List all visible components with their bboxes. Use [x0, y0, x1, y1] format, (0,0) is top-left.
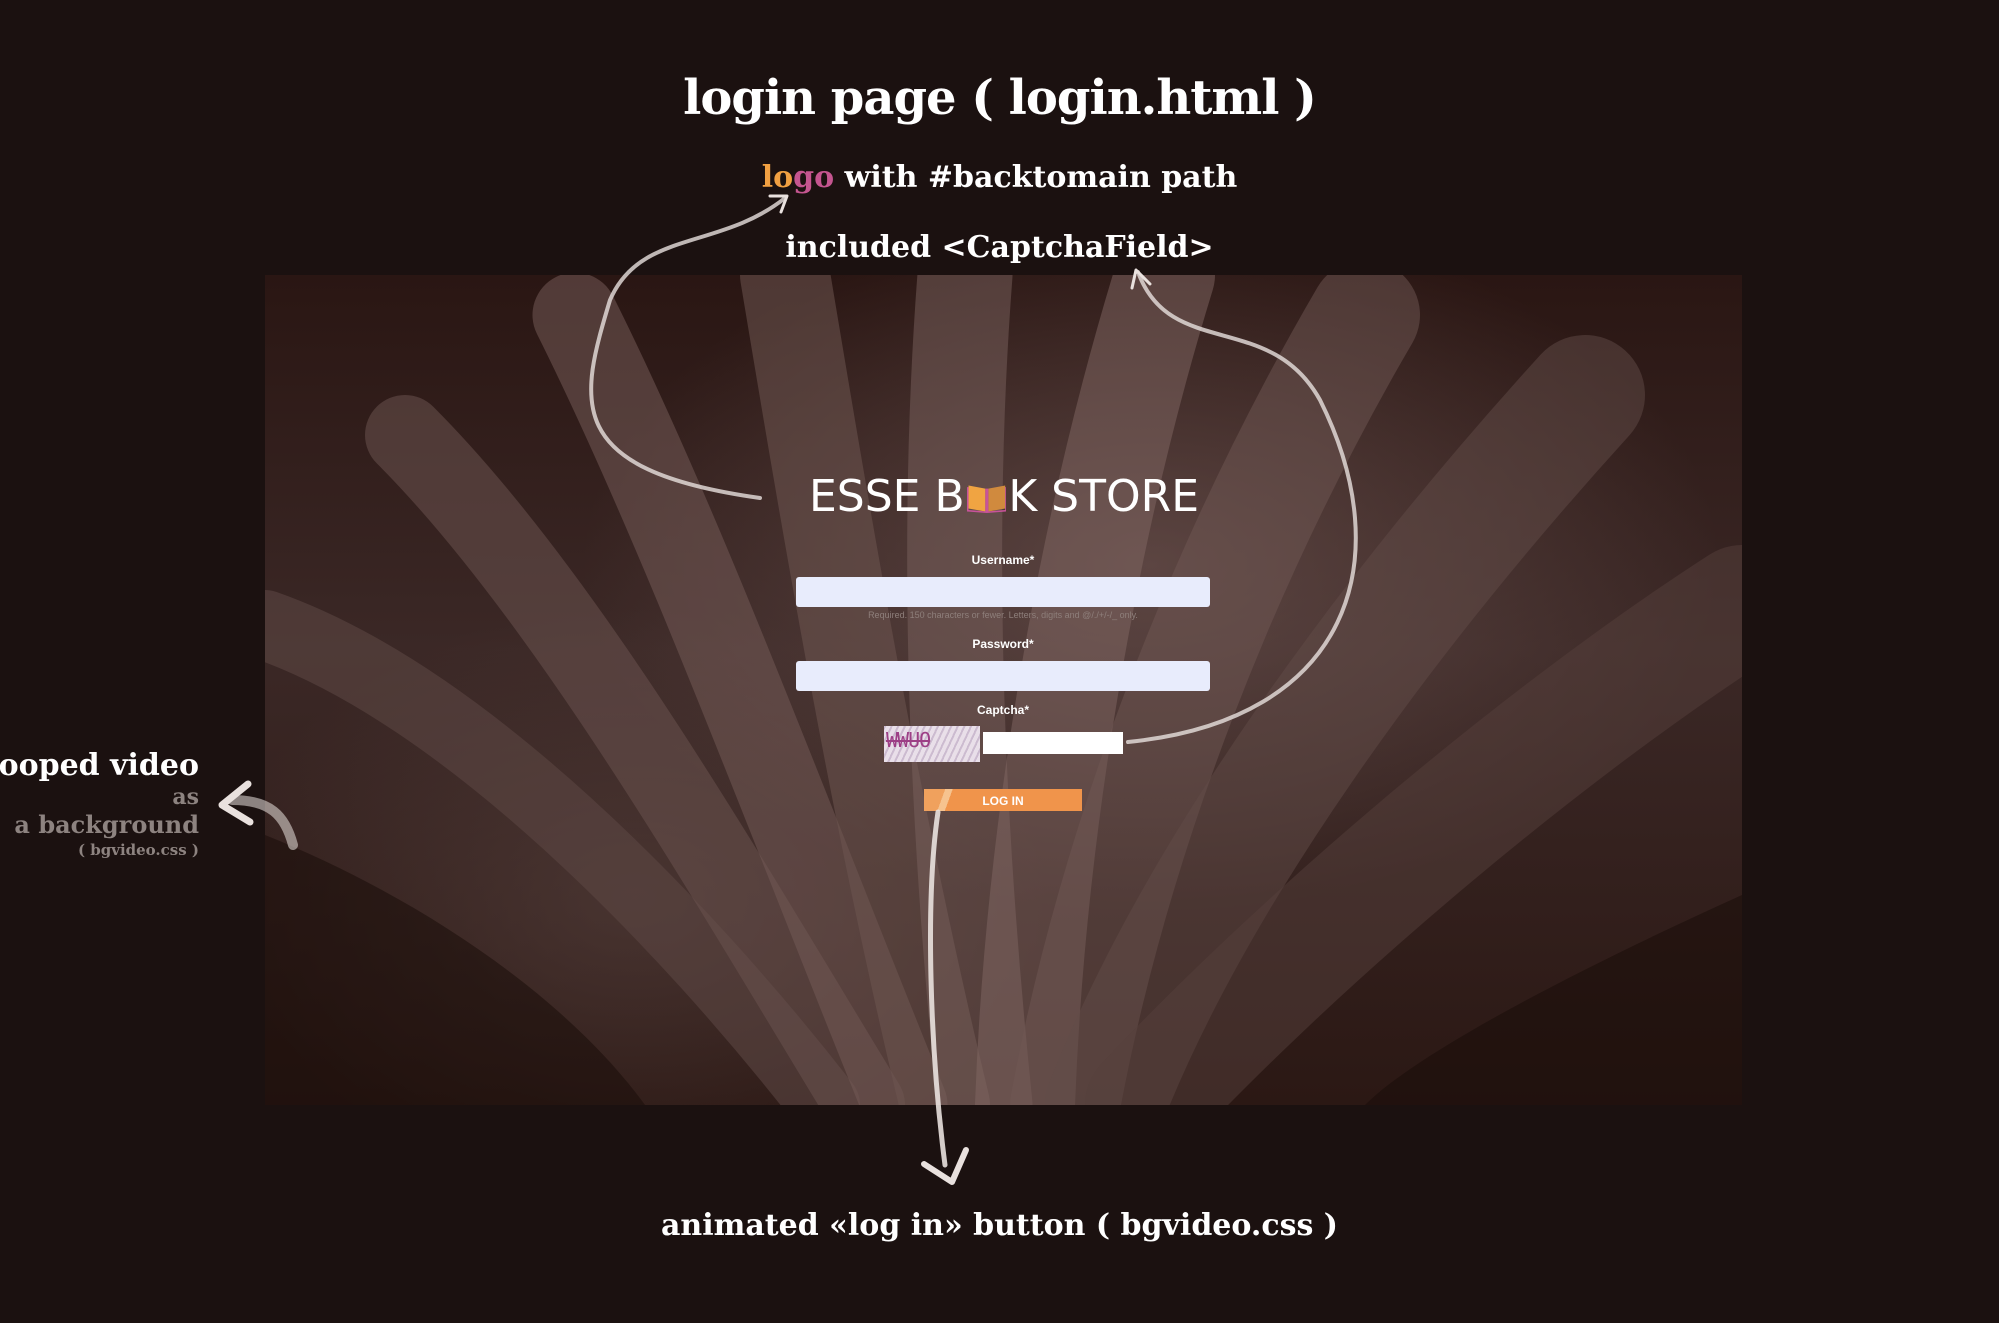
button-note: animated «log in» button ( bgvideo.css ): [660, 1208, 1339, 1243]
button-arrow-head: [921, 1147, 969, 1185]
captcha-code: WWUO: [886, 728, 931, 752]
presentation-page: login page ( login.html ) logo with #bac…: [0, 0, 1999, 1323]
logo-note-lo: lo: [761, 160, 794, 195]
logo-note: logo with #backtomain path: [0, 160, 1999, 195]
page-title: login page ( login.html ): [683, 70, 1317, 126]
video-note-line4: ( bgvideo.css ): [77, 841, 199, 859]
captcha-label: Captcha*: [976, 703, 1029, 717]
password-label: Password*: [972, 637, 1034, 651]
video-note-line2: as: [172, 784, 199, 810]
logo-note-go: go: [793, 160, 835, 195]
captcha-image[interactable]: WWUO: [884, 726, 980, 762]
username-input[interactable]: [796, 577, 1210, 607]
logo-text-right: K STORE: [1008, 471, 1199, 522]
store-logo-link[interactable]: ESSE B K STORE: [809, 470, 1199, 524]
open-book-icon: [966, 485, 1007, 514]
login-button[interactable]: LOG IN: [924, 789, 1082, 811]
logo-note-text: with #backtomain path: [834, 160, 1238, 195]
video-note: looped video as a background ( bgvideo.c…: [0, 748, 199, 860]
username-label: Username*: [971, 553, 1035, 567]
captcha-input[interactable]: [983, 732, 1123, 754]
logo-text-left: ESSE B: [809, 471, 965, 522]
captcha-note: included <CaptchaField>: [785, 230, 1214, 265]
video-note-line3: a background: [14, 810, 199, 839]
logo-arrow-head: [768, 194, 789, 214]
password-input[interactable]: [796, 661, 1210, 691]
video-note-line1: looped video: [0, 748, 199, 783]
username-help-text: Required. 150 characters or fewer. Lette…: [868, 610, 1138, 620]
video-arrow-head: [218, 780, 254, 826]
